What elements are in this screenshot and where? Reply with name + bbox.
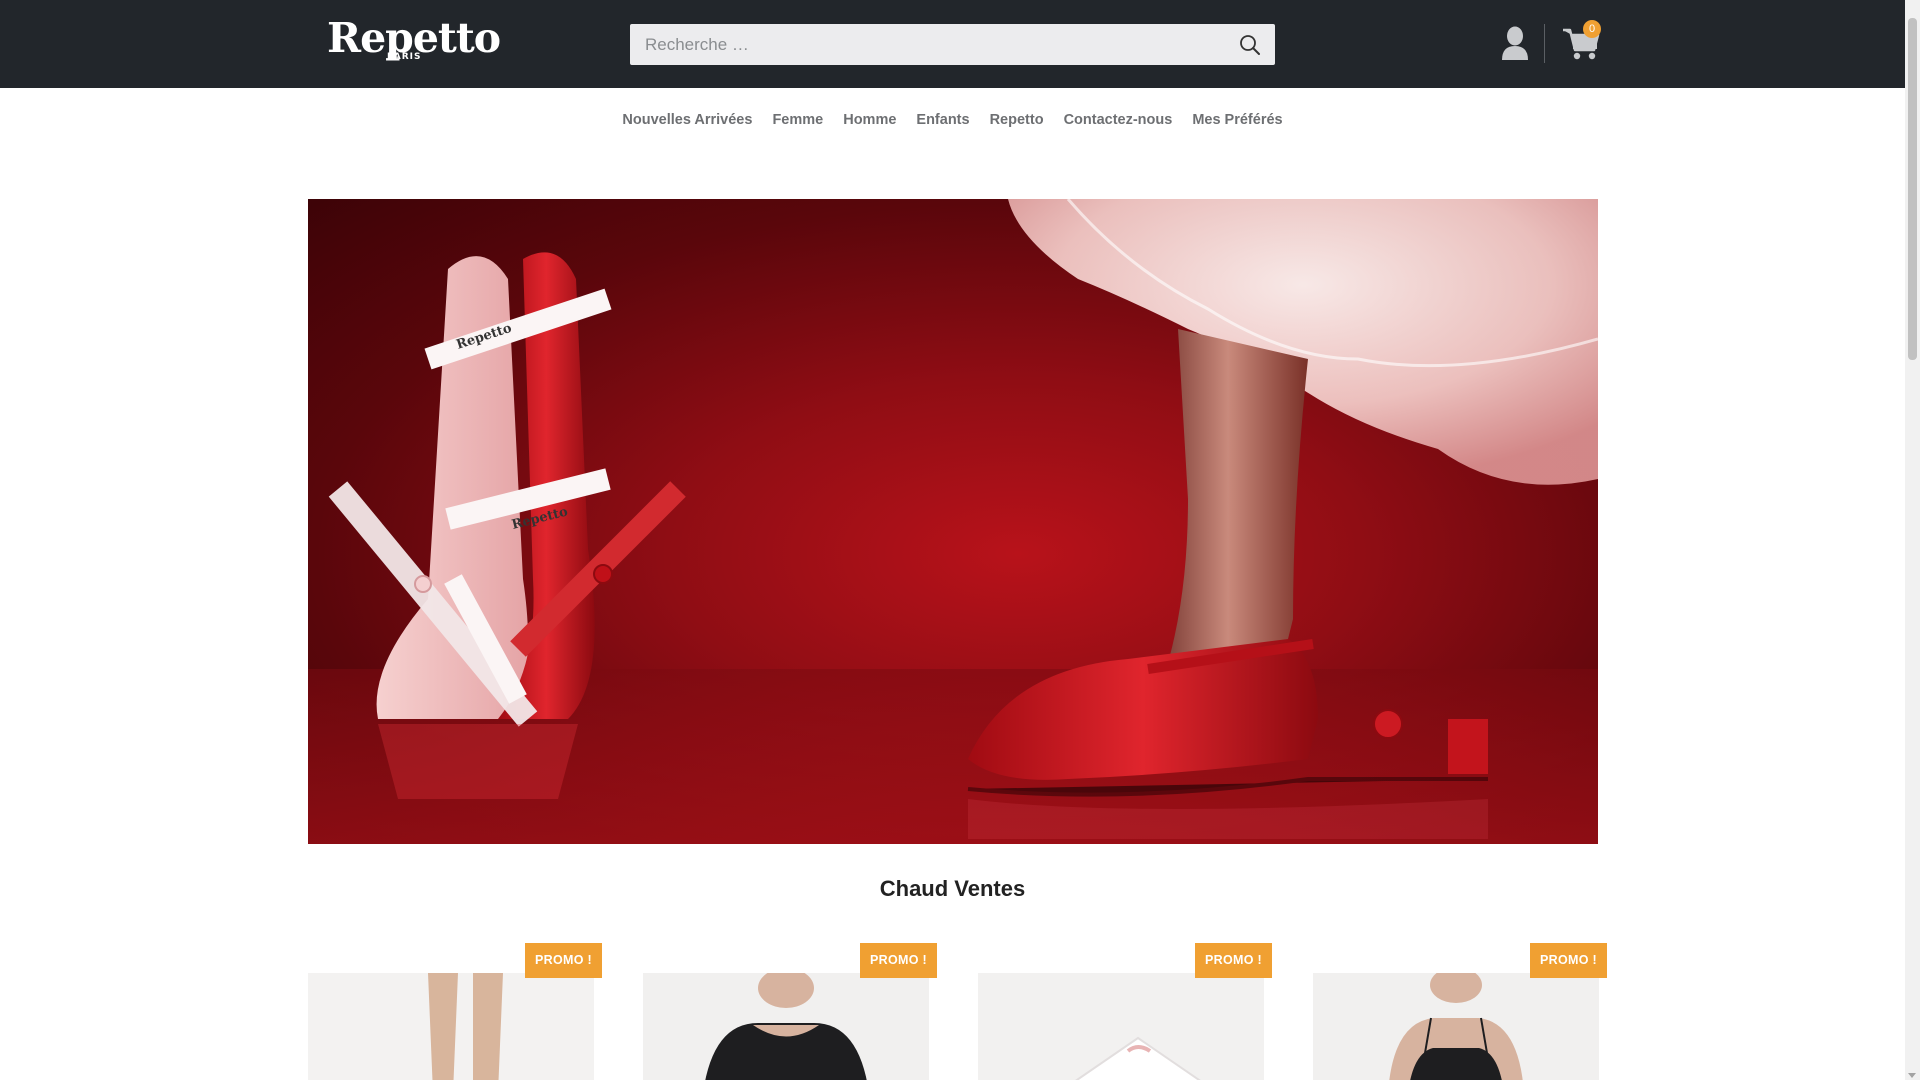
account-button[interactable] bbox=[1500, 26, 1530, 62]
product-photo-box bbox=[978, 973, 1264, 1080]
page-scrollbar[interactable] bbox=[1905, 0, 1920, 1080]
product-photo-camisole bbox=[1313, 973, 1599, 1080]
site-header: Repetto PARIS 0 bbox=[0, 0, 1905, 88]
nav-item-femme[interactable]: Femme bbox=[772, 112, 823, 134]
product-image[interactable] bbox=[978, 973, 1264, 1080]
product-card[interactable]: PROMO ! bbox=[1313, 943, 1607, 1080]
main-nav: Nouvelles Arrivées Femme Homme Enfants R… bbox=[0, 112, 1905, 134]
search-icon bbox=[1240, 35, 1260, 55]
nav-item-contactez-nous[interactable]: Contactez-nous bbox=[1064, 112, 1173, 134]
user-icon bbox=[1502, 26, 1528, 60]
promo-badge: PROMO ! bbox=[860, 943, 937, 978]
header-divider bbox=[1544, 24, 1545, 63]
product-image[interactable] bbox=[643, 973, 929, 1080]
product-image[interactable] bbox=[308, 973, 594, 1080]
logo-subtitle: PARIS bbox=[387, 52, 422, 62]
promo-badge: PROMO ! bbox=[1530, 943, 1607, 978]
search-input[interactable] bbox=[630, 24, 1220, 65]
nav-item-mes-preferes[interactable]: Mes Préférés bbox=[1192, 112, 1282, 134]
search-button[interactable] bbox=[1235, 30, 1265, 60]
promo-badge: PROMO ! bbox=[1195, 943, 1272, 978]
promo-badge: PROMO ! bbox=[525, 943, 602, 978]
product-photo-top bbox=[643, 973, 929, 1080]
product-image[interactable] bbox=[1313, 973, 1599, 1080]
search-bar bbox=[630, 24, 1275, 65]
product-card[interactable]: PROMO ! bbox=[978, 943, 1272, 1080]
nav-item-nouvelles-arrivees[interactable]: Nouvelles Arrivées bbox=[622, 112, 752, 134]
nav-item-enfants[interactable]: Enfants bbox=[916, 112, 969, 134]
nav-item-homme[interactable]: Homme bbox=[843, 112, 896, 134]
product-photo-legs bbox=[308, 973, 594, 1080]
nav-item-repetto[interactable]: Repetto bbox=[990, 112, 1044, 134]
cart-count-badge: 0 bbox=[1583, 20, 1601, 38]
product-card[interactable]: PROMO ! bbox=[643, 943, 937, 1080]
hero-illustration: Repetto Repetto bbox=[308, 199, 1598, 844]
hero-banner[interactable]: Repetto Repetto bbox=[308, 199, 1598, 844]
scrollbar-thumb[interactable] bbox=[1908, 18, 1917, 360]
section-title: Chaud Ventes bbox=[879, 876, 1026, 901]
product-card[interactable]: PROMO ! bbox=[308, 943, 602, 1080]
scroll-down-icon[interactable] bbox=[1908, 1073, 1916, 1078]
site-logo[interactable]: Repetto PARIS bbox=[327, 16, 501, 64]
